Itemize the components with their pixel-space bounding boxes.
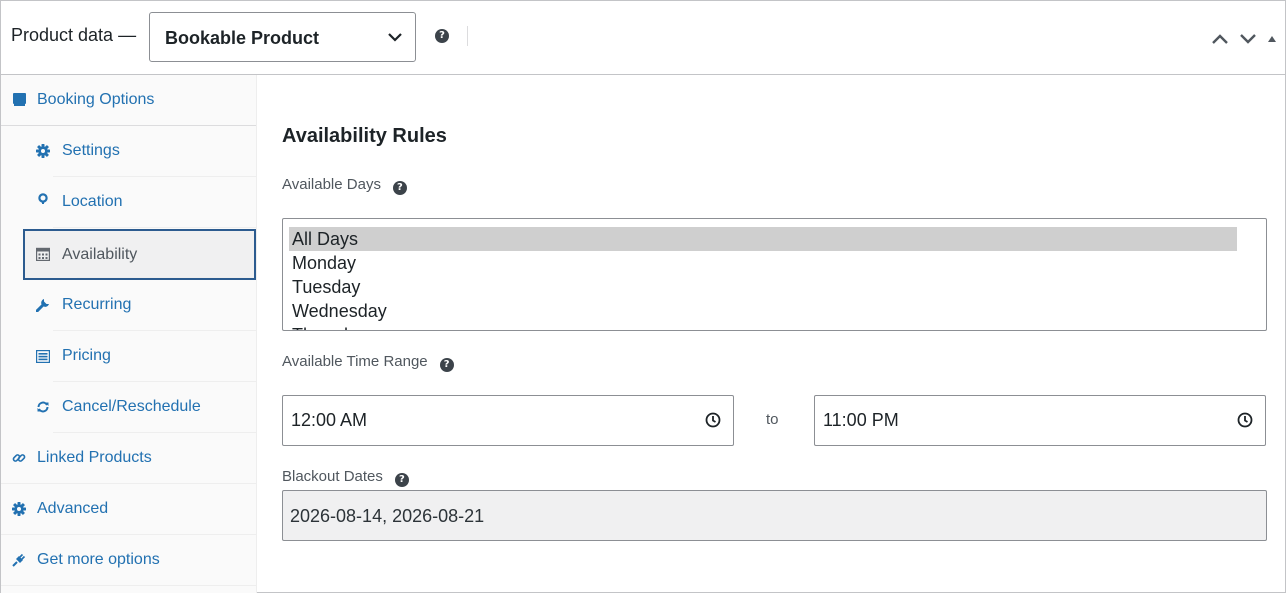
triangle-up-icon[interactable] [1267,35,1277,43]
product-type-value: Bookable Product [165,28,320,48]
day-option[interactable]: Thursday [289,323,1237,330]
start-time-value: 12:00 AM [291,410,368,430]
blackout-dates-label: Blackout Dates? [282,468,409,487]
gear-icon [35,143,51,159]
product-data-tabs: Booking Options Settings Location Availa… [1,75,257,593]
question-circle-icon[interactable]: ? [435,29,449,43]
link-icon [11,450,27,466]
tab-label: Linked Products [37,449,152,466]
refresh-icon [35,399,51,415]
tab-label: Booking Options [37,91,155,108]
available-days-label: Available Days? [282,176,407,195]
chevron-down-icon [388,33,402,42]
map-pin-icon [35,192,51,208]
tab-get-more-options[interactable]: Get more options [1,535,256,586]
end-time-input[interactable]: 11:00 PM [814,395,1266,446]
tab-recurring[interactable]: Recurring [1,280,256,331]
end-time-value: 11:00 PM [823,410,899,430]
tab-label: Pricing [62,347,111,364]
calendar-icon [35,246,51,262]
clock-icon[interactable] [1237,412,1253,428]
day-option[interactable]: Tuesday [289,275,1237,299]
tab-label: Advanced [37,500,109,517]
question-circle-icon[interactable]: ? [392,181,407,195]
tab-linked-products[interactable]: Linked Products [1,433,256,484]
question-circle-icon[interactable]: ? [439,358,454,372]
tab-location[interactable]: Location [1,177,256,228]
plugin-icon [11,552,27,568]
section-heading: Availability Rules [282,125,447,147]
tab-label: Availability [62,246,138,263]
tab-label: Settings [62,142,120,159]
tab-label: Recurring [62,296,132,313]
header-divider [467,26,468,46]
day-option[interactable]: Monday [289,251,1237,275]
tab-pricing[interactable]: Pricing [1,331,256,382]
book-icon [11,92,27,108]
tab-advanced[interactable]: Advanced [1,484,256,535]
tab-booking-options[interactable]: Booking Options [1,75,256,126]
tab-availability[interactable]: Availability [23,229,256,280]
product-data-title: Product data — [11,25,137,45]
gear-icon [11,501,27,517]
question-circle-icon[interactable]: ? [394,473,409,487]
day-option[interactable]: Wednesday [289,299,1237,323]
panel-controls [1211,31,1277,47]
blackout-dates-value: 2026-08-14, 2026-08-21 [290,506,485,526]
product-type-select[interactable]: Bookable Product [149,12,416,62]
time-range-separator: to [766,411,779,428]
clock-icon[interactable] [705,412,721,428]
product-data-header: Product data — Bookable Product ? [1,1,1285,75]
tab-label: Cancel/Reschedule [62,398,201,415]
tab-cancel-reschedule[interactable]: Cancel/Reschedule [1,382,256,433]
list-icon [35,348,51,364]
available-days-select[interactable]: All Days Monday Tuesday Wednesday Thursd… [282,218,1267,331]
time-range-label: Available Time Range? [282,353,454,372]
product-data-panel: Product data — Bookable Product ? Bookin… [0,0,1286,593]
tab-label: Location [62,193,123,210]
tab-settings[interactable]: Settings [1,126,256,177]
day-option[interactable]: All Days [289,227,1237,251]
blackout-dates-field[interactable]: 2026-08-14, 2026-08-21 [282,490,1267,541]
chevron-down-icon[interactable] [1239,33,1257,45]
chevron-up-icon[interactable] [1211,33,1229,45]
start-time-input[interactable]: 12:00 AM [282,395,734,446]
tab-label: Get more options [37,551,160,568]
wrench-icon [35,297,51,313]
